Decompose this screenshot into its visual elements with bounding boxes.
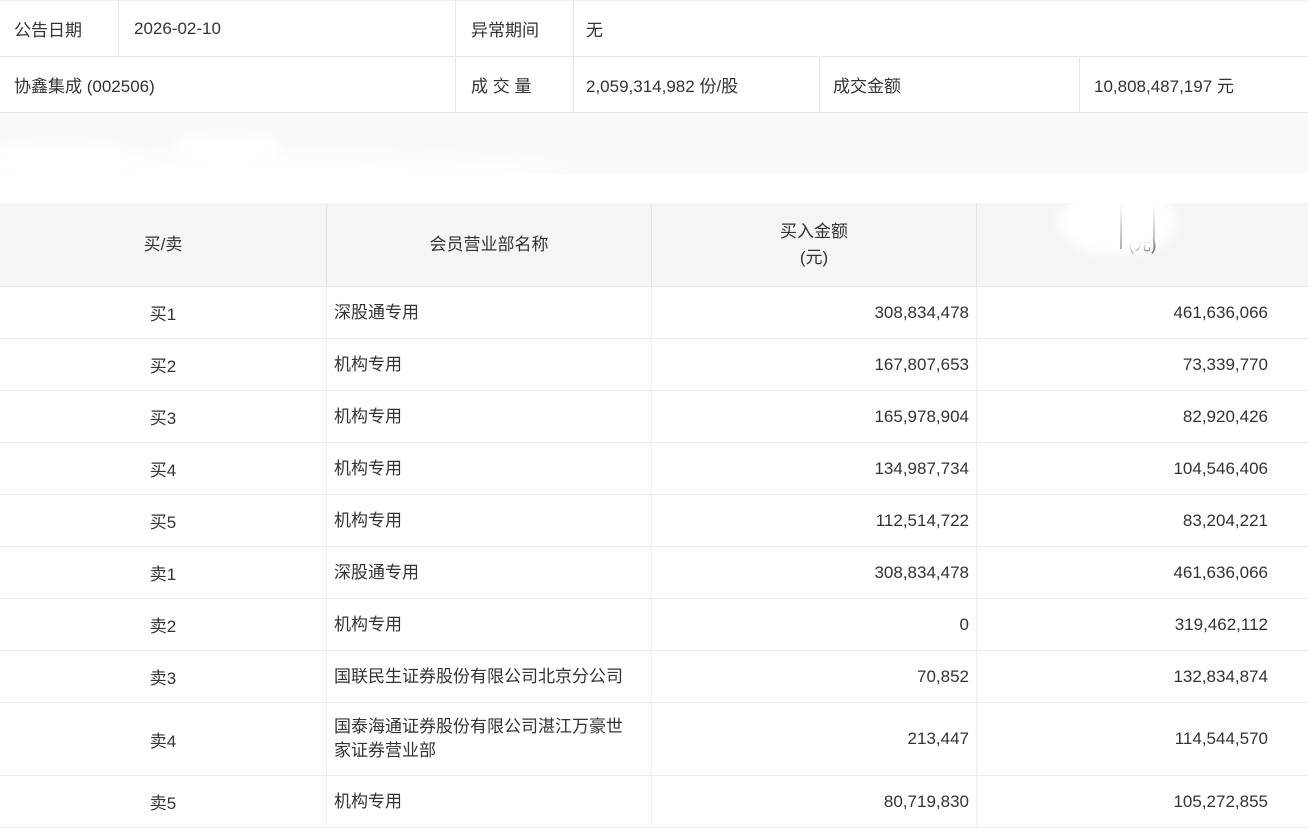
volume-value: 2,059,314,982 份/股 <box>573 57 819 112</box>
sell-amount-cell: 319,462,112 <box>976 599 1308 650</box>
table-row: 卖4 国泰海通证券股份有限公司湛江万豪世家证券营业部 213,447 114,5… <box>0 703 1308 776</box>
branch-cell: 机构专用 <box>326 599 651 650</box>
side-cell: 买5 <box>149 513 177 532</box>
table-row: 卖1 深股通专用 308,834,478 461,636,066 <box>0 547 1308 599</box>
side-cell: 卖3 <box>149 669 177 688</box>
broker-seat-table: 买/卖 会员营业部名称 买入金额 (元) (元) 买1 深股通专用 308,83… <box>0 189 1308 828</box>
branch-cell: 深股通专用 <box>326 287 651 338</box>
header-buy-amount: 买入金额 (元) <box>651 203 976 286</box>
info-row-date: 公告日期 2026-02-10 异常期间 无 <box>0 1 1308 57</box>
sell-amount-cell: 461,636,066 <box>976 287 1308 338</box>
buy-amount-cell: 213,447 <box>651 703 976 775</box>
side-cell: 买4 <box>149 461 177 480</box>
table-row: 买4 机构专用 134,987,734 104,546,406 <box>0 443 1308 495</box>
header-branch-name: 会员营业部名称 <box>326 203 651 286</box>
buy-amount-cell: 134,987,734 <box>651 443 976 494</box>
table-row: 买5 机构专用 112,514,722 83,204,221 <box>0 495 1308 547</box>
buy-amount-cell: 0 <box>651 599 976 650</box>
sell-amount-cell: 114,544,570 <box>976 703 1308 775</box>
erase-streak <box>1120 203 1122 249</box>
side-cell: 买3 <box>149 409 177 428</box>
abnormal-period-label: 异常期间 <box>455 1 573 56</box>
table-body: 买1 深股通专用 308,834,478 461,636,066 买2 机构专用… <box>0 287 1308 828</box>
table-row: 卖5 机构专用 80,719,830 105,272,855 <box>0 776 1308 828</box>
header-buy-sell: 买/卖 <box>143 234 183 254</box>
header-buy-amount-line1: 买入金额 <box>780 221 848 241</box>
table-row: 买3 机构专用 165,978,904 82,920,426 <box>0 391 1308 443</box>
erase-smudge <box>0 141 140 174</box>
buy-amount-cell: 80,719,830 <box>651 776 976 827</box>
table-row: 卖3 国联民生证券股份有限公司北京分公司 70,852 132,834,874 <box>0 651 1308 703</box>
side-cell: 卖4 <box>149 731 177 751</box>
turnover-value: 10,808,487,197 元 <box>1079 57 1308 112</box>
info-row-stock: 协鑫集成 (002506) 成 交 量 2,059,314,982 份/股 成交… <box>0 57 1308 113</box>
sell-amount-cell: 461,636,066 <box>976 547 1308 598</box>
erased-band <box>0 113 1308 174</box>
side-cell: 卖2 <box>149 617 177 636</box>
erase-streak <box>1153 203 1155 249</box>
stock-name: 协鑫集成 (002506) <box>14 77 155 96</box>
branch-cell: 机构专用 <box>326 495 651 546</box>
buy-amount-cell: 308,834,478 <box>651 547 976 598</box>
branch-cell: 机构专用 <box>326 391 651 442</box>
buy-amount-cell: 112,514,722 <box>651 495 976 546</box>
sell-amount-cell: 104,546,406 <box>976 443 1308 494</box>
table-row: 卖2 机构专用 0 319,462,112 <box>0 599 1308 651</box>
announce-date-value: 2026-02-10 <box>118 1 455 56</box>
branch-cell: 国联民生证券股份有限公司北京分公司 <box>326 651 651 702</box>
buy-amount-cell: 165,978,904 <box>651 391 976 442</box>
branch-cell: 深股通专用 <box>326 547 651 598</box>
side-cell: 买1 <box>149 305 177 324</box>
side-cell: 卖1 <box>149 565 177 584</box>
abnormal-period-value: 无 <box>573 1 1308 56</box>
branch-cell: 国泰海通证券股份有限公司湛江万豪世家证券营业部 <box>326 703 651 775</box>
side-cell: 买2 <box>149 357 177 376</box>
sell-amount-cell: 82,920,426 <box>976 391 1308 442</box>
buy-amount-cell: 308,834,478 <box>651 287 976 338</box>
sell-amount-cell: 105,272,855 <box>976 776 1308 827</box>
table-row: 买1 深股通专用 308,834,478 461,636,066 <box>0 287 1308 339</box>
sell-amount-cell: 83,204,221 <box>976 495 1308 546</box>
header-buy-amount-line2: (元) <box>799 247 829 267</box>
volume-label: 成 交 量 <box>455 57 573 112</box>
sell-amount-cell: 73,339,770 <box>976 339 1308 390</box>
erase-smudge <box>172 133 282 165</box>
branch-cell: 机构专用 <box>326 339 651 390</box>
buy-amount-cell: 70,852 <box>651 651 976 702</box>
side-cell: 卖5 <box>149 794 177 813</box>
table-row: 买2 机构专用 167,807,653 73,339,770 <box>0 339 1308 391</box>
branch-cell: 机构专用 <box>326 776 651 827</box>
branch-cell: 机构专用 <box>326 443 651 494</box>
announce-date-label: 公告日期 <box>14 21 82 40</box>
table-header-row: 买/卖 会员营业部名称 买入金额 (元) (元) <box>0 189 1308 287</box>
stock-info-panel: 公告日期 2026-02-10 异常期间 无 协鑫集成 (002506) 成 交… <box>0 0 1308 113</box>
turnover-label: 成交金额 <box>819 57 1079 112</box>
buy-amount-cell: 167,807,653 <box>651 339 976 390</box>
erase-smudge <box>1058 189 1176 255</box>
sell-amount-cell: 132,834,874 <box>976 651 1308 702</box>
